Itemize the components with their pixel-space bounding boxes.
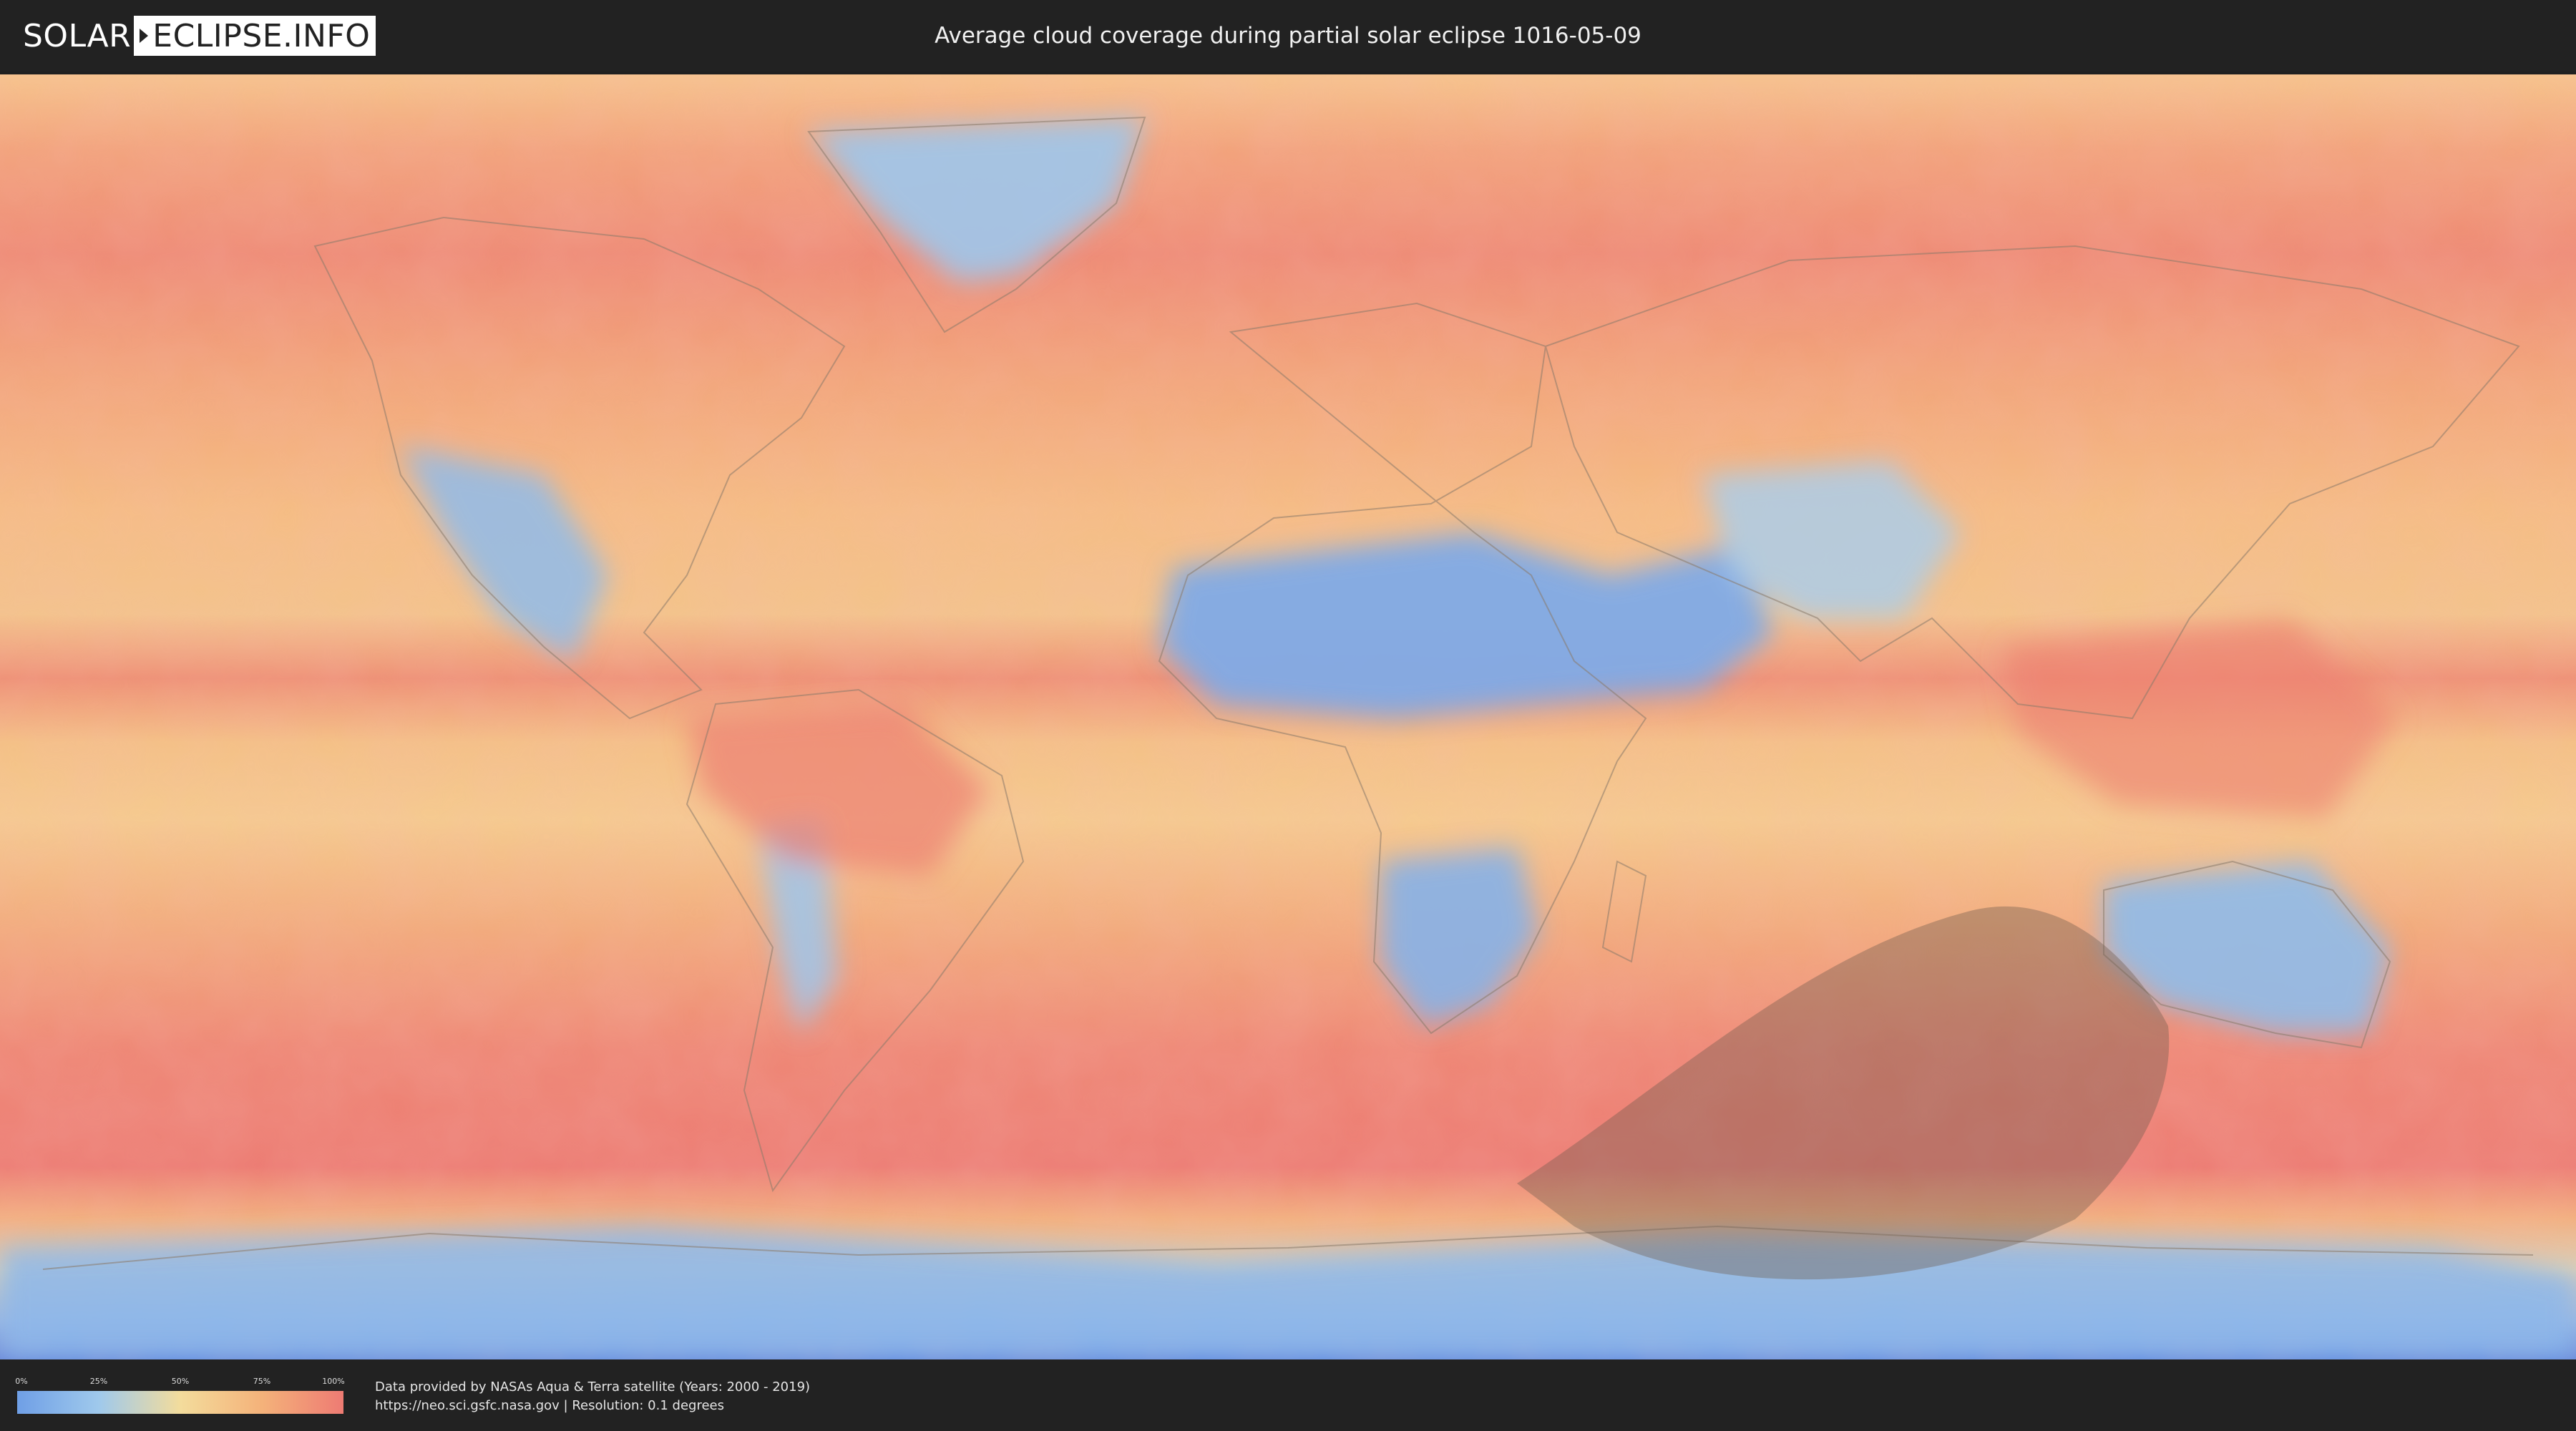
legend-tick-50: 50% — [171, 1377, 190, 1386]
credit-line-source: Data provided by NASAs Aqua & Terra sate… — [375, 1379, 811, 1395]
cloud-coverage-legend: 0% 25% 50% 75% 100% — [15, 1375, 345, 1415]
data-credits: Data provided by NASAs Aqua & Terra sate… — [375, 1378, 810, 1415]
legend-tick-100: 100% — [322, 1377, 345, 1386]
legend-tick-25: 25% — [89, 1377, 108, 1386]
cloud-coverage-map[interactable] — [0, 74, 2576, 1359]
footer-bar: 0% 25% 50% 75% 100% Data provided by NAS… — [0, 1359, 2576, 1431]
credit-line-url[interactable]: https://neo.sci.gsfc.nasa.gov | Resoluti… — [375, 1397, 810, 1415]
legend-tick-75: 75% — [253, 1377, 271, 1386]
map-canvas — [0, 74, 2576, 1359]
legend-tick-0: 0% — [15, 1377, 28, 1386]
legend-ticks: 0% 25% 50% 75% 100% — [15, 1375, 345, 1388]
header-bar: SOLAR ECLIPSE.INFO Average cloud coverag… — [0, 0, 2576, 72]
legend-gradient-bar — [17, 1391, 343, 1414]
page-title: Average cloud coverage during partial so… — [935, 23, 1641, 49]
